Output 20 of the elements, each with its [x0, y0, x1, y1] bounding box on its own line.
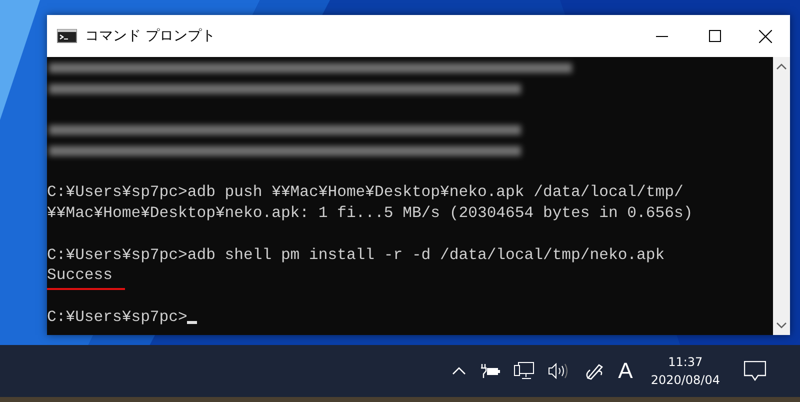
- close-icon: [758, 30, 772, 42]
- battery-plug-icon[interactable]: [480, 364, 500, 378]
- scroll-up-icon[interactable]: [776, 63, 787, 70]
- console-text: ¥¥Mac¥Home¥Desktop¥neko.apk: 1 fi...5 MB/s (20304654 bytes in 0.656s): [47, 204, 693, 222]
- clock-button[interactable]: 11:37 2020/08/04: [650, 355, 720, 387]
- maximize-icon: [709, 30, 721, 42]
- terminal-icon: [57, 29, 77, 43]
- scroll-down-icon[interactable]: [776, 322, 787, 329]
- console-text: Success: [47, 266, 113, 284]
- network-monitor-icon[interactable]: [514, 362, 534, 380]
- notification-icon[interactable]: [744, 361, 766, 381]
- pen-icon[interactable]: [584, 362, 604, 380]
- speaker-icon[interactable]: [548, 363, 570, 379]
- input-mode-indicator[interactable]: A: [618, 358, 633, 384]
- console-text: C:¥Users¥sp7pc>adb push ¥¥Mac¥Home¥Desktop¥neko.apk /data/local/tmp/: [47, 183, 684, 202]
- scrollbar[interactable]: [773, 57, 790, 335]
- console-text: C:¥Users¥sp7pc>: [47, 308, 188, 326]
- window-title: コマンド プロンプト: [85, 27, 216, 45]
- chevron-up-icon[interactable]: [452, 367, 466, 375]
- console-text: C:¥Users¥sp7pc>adb shell pm install -r -d /data/local/tmp/neko.apk: [47, 246, 665, 264]
